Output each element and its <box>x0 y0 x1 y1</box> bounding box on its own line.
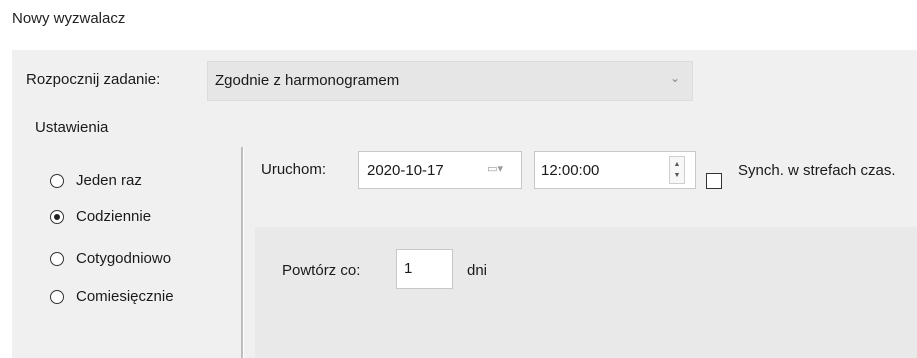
sync-timezone-label: Synch. w strefach czas. <box>738 162 896 179</box>
start-task-label: Rozpocznij zadanie: <box>26 71 161 88</box>
run-label: Uruchom: <box>261 161 327 178</box>
time-spinner[interactable]: ▲ ▼ <box>669 156 685 184</box>
radio-monthly[interactable]: Comiesięcznie <box>50 288 174 305</box>
time-value: 12:00:00 <box>541 162 600 179</box>
radio-weekly-label: Cotygodniowo <box>76 250 172 267</box>
radio-button[interactable] <box>50 289 64 304</box>
dialog-title: Nowy wyzwalacz <box>12 10 126 27</box>
radio-daily[interactable]: Codziennie <box>50 208 151 225</box>
calendar-icon[interactable]: ▭▾ <box>487 162 503 175</box>
radio-daily-label: Codziennie <box>76 208 152 225</box>
radio-weekly[interactable]: Cotygodniowo <box>50 250 171 267</box>
settings-group-label: Ustawienia <box>35 119 109 136</box>
recurrence-panel <box>255 227 917 358</box>
repeat-unit-label: dni <box>467 262 488 279</box>
radio-button[interactable] <box>50 251 64 266</box>
start-task-select[interactable]: Zgodnie z harmonogramem ⌄ <box>207 61 693 101</box>
spinner-up-icon[interactable]: ▲ <box>674 159 681 170</box>
radio-once[interactable]: Jeden raz <box>50 172 142 189</box>
spinner-down-icon[interactable]: ▼ <box>674 170 681 181</box>
start-task-value: Zgodnie z harmonogramem <box>215 72 400 89</box>
repeat-interval-input[interactable]: 1 <box>396 249 453 289</box>
date-picker[interactable]: 2020-10-17 ▭▾ <box>358 151 522 189</box>
radio-button[interactable] <box>50 173 64 188</box>
vertical-divider-highlight <box>243 147 244 358</box>
repeat-interval-value: 1 <box>404 260 413 277</box>
chevron-down-icon: ⌄ <box>669 71 680 85</box>
time-input[interactable]: 12:00:00 ▲ ▼ <box>534 151 696 189</box>
radio-monthly-label: Comiesięcznie <box>76 288 174 305</box>
repeat-label: Powtórz co: <box>282 262 361 279</box>
sync-timezone-checkbox[interactable] <box>706 173 722 189</box>
radio-button-checked[interactable] <box>50 209 64 224</box>
radio-once-label: Jeden raz <box>76 172 142 189</box>
date-value: 2020-10-17 <box>367 162 444 179</box>
